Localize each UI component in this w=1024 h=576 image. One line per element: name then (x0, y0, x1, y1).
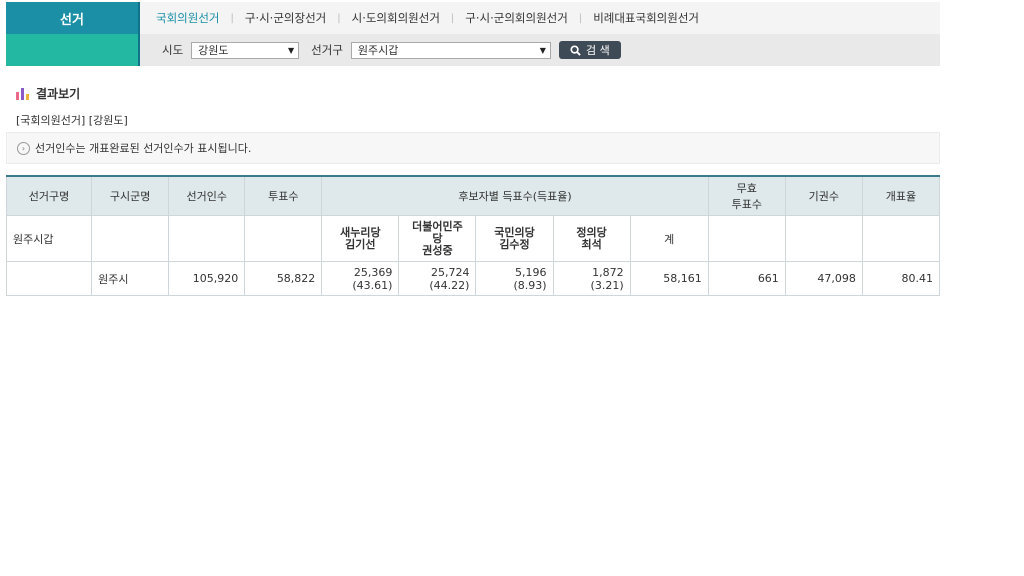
candidate-name: 김수정 (499, 237, 530, 251)
filter-bar: 시도 강원도 ▼ 선거구 원주시갑 ▼ 검 색 (140, 34, 940, 66)
electors-value: 105,920 (168, 261, 246, 296)
empty-cell (707, 215, 786, 262)
notice-text: 선거인수는 개표완료된 선거인수가 표시됩니다. (35, 142, 252, 155)
menu-item-national-assembly[interactable]: 국회의원선거 (156, 10, 219, 26)
menu-divider: | (578, 12, 583, 24)
header-invalid-line2: 투표수 (731, 198, 762, 211)
vote-count: 25,724 (430, 265, 470, 279)
vote-cell: 25,369 (43.61) (321, 261, 400, 296)
total-value: 58,161 (629, 261, 709, 296)
header-count-rate: 개표율 (861, 175, 941, 216)
vote-cell: 1,872 (3.21) (552, 261, 631, 296)
district-value: 원주시갑 (357, 44, 399, 57)
menu-divider: | (450, 12, 455, 24)
vote-rate: (8.93) (513, 278, 547, 292)
header-sigungu: 구시군명 (91, 175, 170, 216)
candidate-row: 원주시갑 새누리당 김기선 더불어민주 당 권성중 국민의당 김수정 정의당 최… (5, 215, 941, 262)
candidate-name: 권성중 (422, 243, 453, 257)
header-candidates: 후보자별 득표수(득표율) (321, 175, 709, 216)
top-navigation: 선거 국회의원선거 | 구·시·군의장선거 | 시·도의회의원선거 | 구·시·… (6, 2, 940, 66)
vote-cell: 25,724 (44.22) (398, 261, 477, 296)
sido-label: 시도 (162, 43, 184, 57)
header-abstain: 기권수 (784, 175, 863, 216)
results-table: 선거구명 구시군명 선거인수 투표수 후보자별 득표수(득표율) 무효 투표수 … (5, 175, 941, 296)
candidate-party: 더불어민주 당 (412, 219, 463, 245)
district-name: 원주시갑 (5, 215, 93, 262)
vote-count: 25,369 (353, 265, 393, 279)
header-invalid: 무효 투표수 (707, 175, 786, 216)
candidate-party: 정의당 (576, 225, 607, 239)
table-row: 원주시 105,920 58,822 25,369 (43.61) 25,724… (5, 261, 941, 296)
section-title: 선거 (6, 2, 138, 34)
search-button[interactable]: 검 색 (558, 41, 621, 59)
total-label: 계 (629, 215, 709, 262)
election-type-menu: 국회의원선거 | 구·시·군의장선거 | 시·도의회의원선거 | 구·시·군의회… (140, 2, 940, 34)
empty-cell (244, 215, 323, 262)
header-voters: 투표수 (244, 175, 323, 216)
vote-rate: (3.21) (590, 278, 624, 292)
result-subtitle: [국회의원선거] [강원도] (16, 114, 128, 127)
count-rate-value: 80.41 (861, 261, 941, 296)
empty-cell (5, 261, 93, 296)
chevron-down-icon: ▼ (288, 45, 295, 55)
search-button-label: 검 색 (586, 44, 610, 57)
voters-value: 58,822 (244, 261, 323, 296)
result-heading: 결과보기 (16, 85, 80, 102)
candidate-party: 새누리당 (340, 225, 381, 239)
candidate-cell: 새누리당 김기선 (321, 215, 400, 262)
vote-rate: (43.61) (352, 278, 393, 292)
header-invalid-line1: 무효 (736, 182, 757, 195)
sido-value: 강원도 (198, 44, 229, 57)
empty-cell (91, 215, 170, 262)
menu-divider: | (230, 12, 234, 24)
vote-count: 1,872 (592, 265, 624, 279)
candidate-cell: 더불어민주 당 권성중 (398, 215, 477, 262)
vote-rate: (44.22) (429, 278, 470, 292)
candidate-name: 최석 (581, 237, 602, 251)
menu-item-proportional[interactable]: 비례대표국회의원선거 (593, 10, 699, 26)
vote-count: 5,196 (515, 265, 547, 279)
chevron-down-icon: ▼ (539, 45, 546, 55)
empty-cell (784, 215, 863, 262)
abstain-value: 47,098 (784, 261, 863, 296)
empty-cell (168, 215, 246, 262)
menu-item-local-head[interactable]: 구·시·군의장선거 (245, 10, 326, 26)
menu-divider: | (337, 12, 341, 24)
candidate-cell: 국민의당 김수정 (475, 215, 554, 262)
search-icon (570, 44, 581, 56)
sido-select[interactable]: 강원도 ▼ (191, 41, 300, 59)
notice-box: › 선거인수는 개표완료된 선거인수가 표시됩니다. (6, 132, 940, 164)
vote-cell: 5,196 (8.93) (475, 261, 554, 296)
header-district: 선거구명 (5, 175, 93, 216)
district-select[interactable]: 원주시갑 ▼ (350, 41, 551, 59)
result-title: 결과보기 (36, 87, 81, 101)
bar-chart-icon (16, 87, 29, 100)
invalid-value: 661 (707, 261, 786, 296)
arrow-right-circle-icon: › (17, 141, 30, 155)
header-electors: 선거인수 (168, 175, 246, 216)
section-title-lower (6, 34, 138, 66)
candidate-cell: 정의당 최석 (552, 215, 631, 262)
menu-item-provincial-council[interactable]: 시·도의회의원선거 (352, 10, 440, 26)
table-header-row: 선거구명 구시군명 선거인수 투표수 후보자별 득표수(득표율) 무효 투표수 … (5, 175, 941, 216)
sigungu-name: 원주시 (91, 261, 170, 296)
menu-item-local-council[interactable]: 구·시·군의회의원선거 (465, 10, 568, 26)
empty-cell (861, 215, 941, 262)
candidate-party: 국민의당 (494, 225, 535, 239)
candidate-name: 김기선 (345, 237, 376, 251)
district-label: 선거구 (311, 43, 343, 57)
